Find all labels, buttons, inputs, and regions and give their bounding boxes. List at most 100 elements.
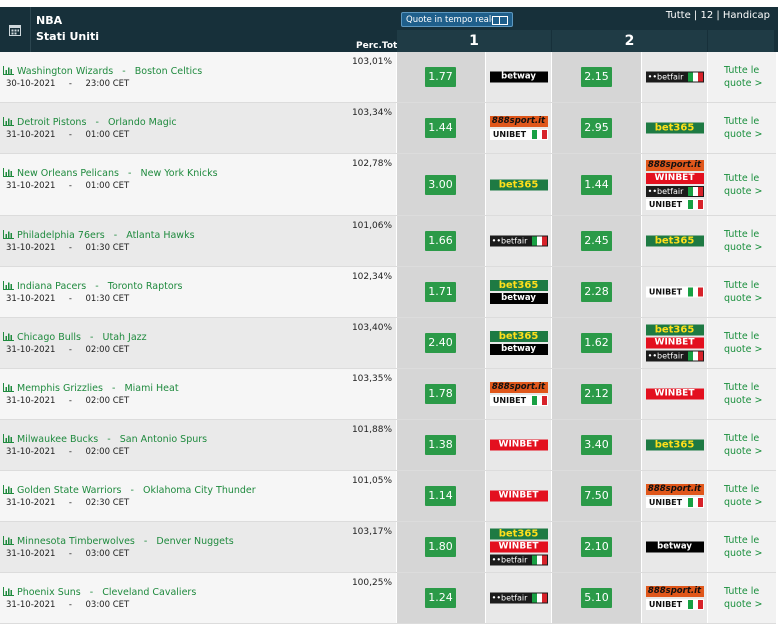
stats-chart-icon[interactable] <box>3 117 14 126</box>
bookmaker-logo-winbet[interactable]: WINBET <box>489 541 548 553</box>
bookmaker-logo-betfair-it[interactable]: ••betfair <box>645 185 704 197</box>
stats-chart-icon[interactable] <box>3 168 14 177</box>
home-team[interactable]: Detroit Pistons <box>17 117 86 128</box>
toggle-switch-icon[interactable] <box>492 16 508 25</box>
odd-button-1[interactable]: 1.14 <box>425 486 456 506</box>
match-link[interactable]: Washington Wizards - Boston Celtics <box>3 66 202 77</box>
match-link[interactable]: New Orleans Pelicans - New York Knicks <box>3 168 218 179</box>
bookmaker-logo-winbet[interactable]: WINBET <box>645 337 704 349</box>
bookmaker-logo-unibet-it[interactable]: UNIBET <box>489 129 548 140</box>
odd-button-2[interactable]: 2.45 <box>581 231 612 251</box>
away-team[interactable]: Orlando Magic <box>108 117 177 128</box>
match-link[interactable]: Indiana Pacers - Toronto Raptors <box>3 281 183 292</box>
bookmaker-logo-betway[interactable]: betway <box>489 293 548 304</box>
bookmaker-logo-betfair-it[interactable]: ••betfair <box>489 235 548 247</box>
odd-button-2[interactable]: 1.62 <box>581 333 612 353</box>
odd-button-2[interactable]: 2.10 <box>581 537 612 557</box>
bookmaker-logo-winbet[interactable]: WINBET <box>645 172 704 184</box>
stats-chart-icon[interactable] <box>3 230 14 239</box>
live-odds-toggle[interactable]: Quote in tempo reale <box>401 12 513 27</box>
stats-chart-icon[interactable] <box>3 383 14 392</box>
all-odds-link[interactable]: Tutte le quote > <box>724 330 762 356</box>
stats-chart-icon[interactable] <box>3 536 14 545</box>
bookmaker-logo-betway[interactable]: betway <box>489 71 548 83</box>
stats-chart-icon[interactable] <box>3 485 14 494</box>
all-odds-link[interactable]: Tutte le quote > <box>724 172 762 198</box>
home-team[interactable]: Indiana Pacers <box>17 281 86 292</box>
away-team[interactable]: Utah Jazz <box>103 332 147 343</box>
away-team[interactable]: Cleveland Cavaliers <box>102 587 196 598</box>
match-link[interactable]: Golden State Warriors - Oklahoma City Th… <box>3 485 256 496</box>
bookmaker-logo-unibet-it[interactable]: UNIBET <box>645 198 704 210</box>
match-link[interactable]: Philadelphia 76ers - Atlanta Hawks <box>3 230 195 241</box>
match-link[interactable]: Milwaukee Bucks - San Antonio Spurs <box>3 434 207 445</box>
odd-button-1[interactable]: 1.38 <box>425 435 456 455</box>
odd-button-2[interactable]: 2.95 <box>581 118 612 138</box>
all-odds-link[interactable]: Tutte le quote > <box>724 585 762 611</box>
bookmaker-logo-winbet[interactable]: WINBET <box>489 439 548 451</box>
bookmaker-logo-bet365[interactable]: bet365 <box>645 439 704 451</box>
odd-button-2[interactable]: 2.28 <box>581 282 612 302</box>
odd-button-1[interactable]: 2.40 <box>425 333 456 353</box>
odd-button-2[interactable]: 2.15 <box>581 67 612 87</box>
match-link[interactable]: Memphis Grizzlies - Miami Heat <box>3 383 179 394</box>
bookmaker-logo-bet365[interactable]: bet365 <box>489 331 548 342</box>
home-team[interactable]: Chicago Bulls <box>17 332 81 343</box>
calendar-icon[interactable] <box>0 7 31 52</box>
away-team[interactable]: New York Knicks <box>141 168 218 179</box>
home-team[interactable]: Golden State Warriors <box>17 485 121 496</box>
bookmaker-logo-bet365[interactable]: bet365 <box>489 528 548 540</box>
bookmaker-logo-unibet-it[interactable]: UNIBET <box>645 497 704 508</box>
all-odds-link[interactable]: Tutte le quote > <box>724 483 762 509</box>
stats-chart-icon[interactable] <box>3 434 14 443</box>
bookmaker-logo-888sport-it[interactable]: 888sport.it <box>645 159 704 171</box>
bookmaker-logo-betfair-it[interactable]: ••betfair <box>489 592 548 604</box>
all-odds-link[interactable]: Tutte le quote > <box>724 64 762 90</box>
odd-button-1[interactable]: 1.80 <box>425 537 456 557</box>
home-team[interactable]: Philadelphia 76ers <box>17 230 105 241</box>
away-team[interactable]: Oklahoma City Thunder <box>143 485 256 496</box>
all-odds-link[interactable]: Tutte le quote > <box>724 279 762 305</box>
odd-button-1[interactable]: 1.24 <box>425 588 456 608</box>
match-link[interactable]: Minnesota Timberwolves - Denver Nuggets <box>3 536 234 547</box>
odd-button-1[interactable]: 1.66 <box>425 231 456 251</box>
away-team[interactable]: Toronto Raptors <box>108 281 183 292</box>
bookmaker-logo-betfair-it[interactable]: ••betfair <box>489 554 548 566</box>
all-odds-link[interactable]: Tutte le quote > <box>724 432 762 458</box>
bookmaker-logo-betway[interactable]: betway <box>645 541 704 553</box>
odd-button-1[interactable]: 3.00 <box>425 174 456 195</box>
all-odds-link[interactable]: Tutte le quote > <box>724 381 762 407</box>
away-team[interactable]: Boston Celtics <box>135 66 203 77</box>
bookmaker-logo-betway[interactable]: betway <box>489 344 548 355</box>
odd-button-2[interactable]: 2.12 <box>581 384 612 404</box>
bookmaker-logo-bet365[interactable]: bet365 <box>645 324 704 336</box>
match-link[interactable]: Chicago Bulls - Utah Jazz <box>3 332 147 343</box>
bookmaker-logo-winbet[interactable]: WINBET <box>645 388 704 400</box>
home-team[interactable]: Washington Wizards <box>17 66 113 77</box>
bookmaker-logo-888sport-it[interactable]: 888sport.it <box>489 382 548 393</box>
odd-button-1[interactable]: 1.78 <box>425 384 456 404</box>
bookmaker-logo-unibet-it[interactable]: UNIBET <box>645 599 704 610</box>
bookmaker-logo-888sport-it[interactable]: 888sport.it <box>645 586 704 597</box>
stats-chart-icon[interactable] <box>3 332 14 341</box>
away-team[interactable]: Denver Nuggets <box>156 536 233 547</box>
odd-button-2[interactable]: 5.10 <box>581 588 612 608</box>
match-link[interactable]: Detroit Pistons - Orlando Magic <box>3 117 177 128</box>
home-team[interactable]: New Orleans Pelicans <box>17 168 119 179</box>
home-team[interactable]: Milwaukee Bucks <box>17 434 98 445</box>
bookmaker-logo-888sport-it[interactable]: 888sport.it <box>489 116 548 127</box>
odd-button-2[interactable]: 1.44 <box>581 174 612 195</box>
away-team[interactable]: San Antonio Spurs <box>120 434 207 445</box>
stats-chart-icon[interactable] <box>3 66 14 75</box>
odd-button-1[interactable]: 1.71 <box>425 282 456 302</box>
all-odds-link[interactable]: Tutte le quote > <box>724 228 762 254</box>
bookmaker-logo-888sport-it[interactable]: 888sport.it <box>645 484 704 495</box>
away-team[interactable]: Atlanta Hawks <box>126 230 194 241</box>
odd-button-2[interactable]: 3.40 <box>581 435 612 455</box>
bookmaker-logo-unibet-it[interactable]: UNIBET <box>645 286 704 298</box>
bookmaker-logo-bet365[interactable]: bet365 <box>489 280 548 291</box>
all-odds-link[interactable]: Tutte le quote > <box>724 115 762 141</box>
odd-button-2[interactable]: 7.50 <box>581 486 612 506</box>
bookmaker-logo-winbet[interactable]: WINBET <box>489 490 548 502</box>
bookmaker-logo-bet365[interactable]: bet365 <box>645 235 704 247</box>
